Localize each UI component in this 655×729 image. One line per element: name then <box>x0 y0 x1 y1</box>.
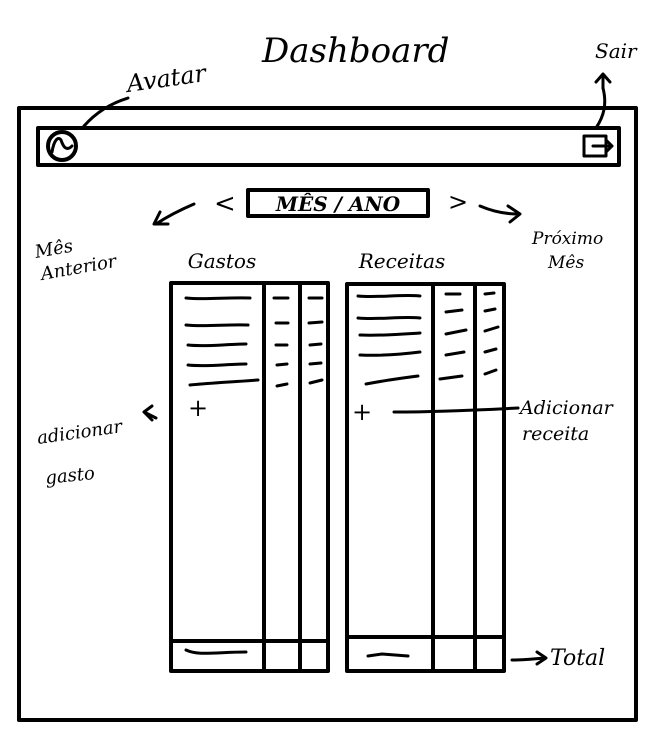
avatar-icon[interactable] <box>46 130 78 162</box>
avatar-annotation: Avatar <box>123 59 209 98</box>
next-month-annotation-line1: Próximo <box>531 229 603 249</box>
expenses-table <box>169 281 330 673</box>
add-income-annotation-line1: Adicionar <box>518 397 615 419</box>
month-year-label: MÊS / ANO <box>275 192 401 216</box>
logout-pointer-arrow-head <box>594 72 612 90</box>
avatar-pointer-arrow <box>82 96 130 128</box>
expenses-header: Gastos <box>188 249 257 273</box>
prev-month-button[interactable]: < <box>214 189 236 219</box>
add-expense-annotation-line2: gasto <box>44 463 96 489</box>
prev-month-pointer-arrow <box>152 202 196 226</box>
total-annotation: Total <box>550 646 605 671</box>
add-expense-annotation-line1: adicionar <box>36 416 125 449</box>
next-month-pointer-arrow <box>478 204 522 224</box>
add-income-pointer-line <box>392 406 520 414</box>
top-bar <box>36 126 621 167</box>
logout-icon[interactable] <box>582 134 614 158</box>
page-title: Dashboard <box>261 31 449 71</box>
wireframe-canvas: Dashboard Avatar Sair < MÊS / ANO > Mês … <box>17 31 638 722</box>
next-month-annotation-line2: Mês <box>547 253 584 273</box>
income-table <box>345 282 506 673</box>
logout-annotation: Sair <box>595 39 638 63</box>
add-income-button[interactable]: + <box>352 398 372 426</box>
total-pointer-arrow <box>510 650 548 666</box>
add-income-annotation-line2: receita <box>522 423 589 445</box>
add-expense-button[interactable]: + <box>188 394 208 422</box>
next-month-button[interactable]: > <box>448 188 468 216</box>
income-header: Receitas <box>358 249 446 273</box>
add-expense-pointer-arrow <box>142 404 158 422</box>
